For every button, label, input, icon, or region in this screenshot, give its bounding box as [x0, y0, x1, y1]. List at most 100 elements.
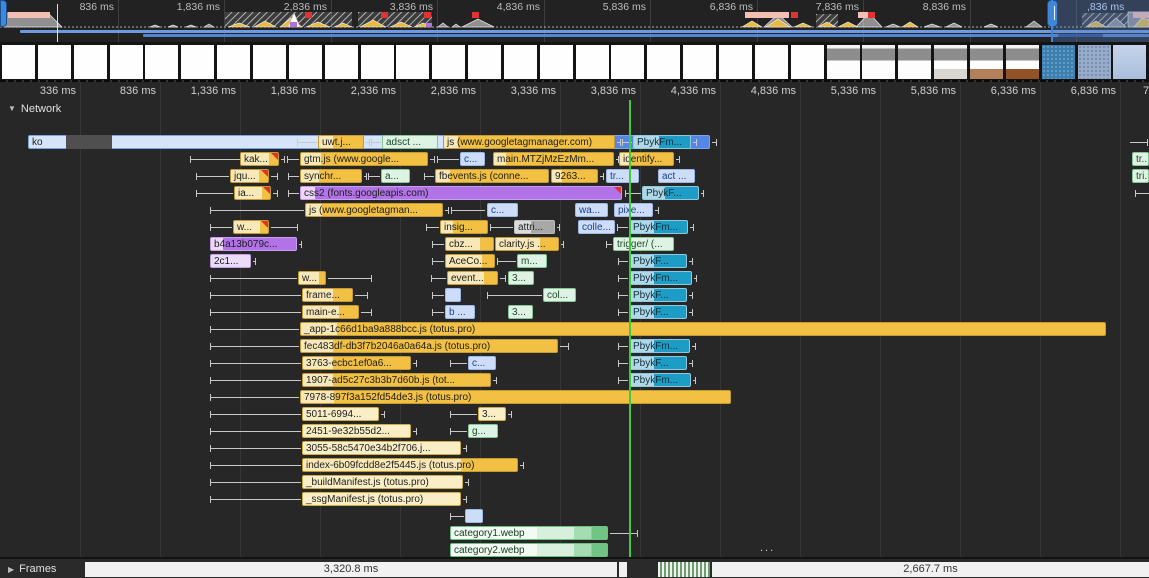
network-section-toggle[interactable]: ▼Network: [8, 103, 61, 115]
dropped-frames-bar[interactable]: [658, 562, 710, 577]
network-request-bar[interactable]: tri...: [1132, 169, 1149, 183]
network-request-bar[interactable]: trigger/ (...: [613, 237, 674, 251]
filmstrip-frame[interactable]: [862, 45, 895, 79]
network-request-bar[interactable]: uwt.j...: [318, 135, 364, 149]
network-request-bar[interactable]: 7978-897f3a152fd54de3.js (totus.pro): [300, 390, 731, 404]
network-request-bar[interactable]: PbykF...: [629, 305, 687, 319]
network-request-bar[interactable]: col...: [543, 288, 576, 302]
network-request-bar[interactable]: [465, 509, 483, 523]
network-request-bar[interactable]: m...: [517, 254, 547, 268]
filmstrip-frame[interactable]: [1113, 45, 1146, 79]
filmstrip-frame[interactable]: [647, 45, 680, 79]
timeline-overview[interactable]: 836 ms1,836 ms2,836 ms3,836 ms4,836 ms5,…: [0, 0, 1149, 42]
window-left-handle[interactable]: [0, 0, 7, 27]
filmstrip-frame[interactable]: [791, 45, 824, 79]
network-request-bar[interactable]: clarity.js ...: [495, 237, 559, 251]
network-request-bar[interactable]: w...: [233, 220, 269, 234]
network-request-bar[interactable]: 2c1...: [210, 254, 251, 268]
network-request-bar[interactable]: PbykF...: [629, 288, 687, 302]
filmstrip-frame[interactable]: [611, 45, 644, 79]
filmstrip-frame[interactable]: [540, 45, 573, 79]
network-request-bar[interactable]: PbykFm...: [629, 271, 692, 285]
network-request-bar[interactable]: b4a13b079c...: [210, 237, 297, 251]
network-request-bar[interactable]: 1907-ad5c27c3b3b7d60b.js (tot...: [302, 373, 491, 387]
network-request-bar[interactable]: category1.webp: [450, 526, 608, 540]
network-request-bar[interactable]: c...: [460, 152, 485, 166]
network-request-bar[interactable]: cbz...: [445, 237, 494, 251]
filmstrip-frame[interactable]: [827, 45, 860, 79]
network-request-bar[interactable]: g...: [468, 424, 498, 438]
network-more-button[interactable]: ...: [760, 542, 775, 554]
network-request-bar[interactable]: 3763-ecbc1ef0a6...: [302, 356, 411, 370]
filmstrip-frame[interactable]: [755, 45, 788, 79]
network-request-bar[interactable]: PbykF...: [629, 254, 687, 268]
network-request-bar[interactable]: event...: [447, 271, 498, 285]
filmstrip-frame[interactable]: [145, 45, 178, 79]
filmstrip-frame[interactable]: [289, 45, 322, 79]
network-request-bar[interactable]: c...: [487, 203, 518, 217]
network-request-bar[interactable]: tr...: [606, 169, 639, 183]
network-request-bar[interactable]: [445, 288, 461, 302]
network-request-bar[interactable]: _app-1c66d1ba9a888bcc.js (totus.pro): [300, 322, 1106, 336]
network-request-bar[interactable]: 3...: [478, 407, 506, 421]
filmstrip-frame[interactable]: [396, 45, 429, 79]
filmstrip-frame[interactable]: [970, 45, 1003, 79]
network-request-bar[interactable]: 3055-58c5470e34b2f706.j...: [302, 441, 461, 455]
network-request-bar[interactable]: PbykFm...: [629, 220, 688, 234]
network-request-bar[interactable]: 3...: [508, 271, 534, 285]
network-request-bar[interactable]: attri...: [514, 220, 555, 234]
network-request-bar[interactable]: synchr...: [300, 169, 362, 183]
network-request-bar[interactable]: wa...: [575, 203, 608, 217]
network-request-bar[interactable]: ia...: [234, 186, 271, 200]
frame-duration-bar[interactable]: [619, 562, 627, 577]
filmstrip-frame[interactable]: [253, 45, 286, 79]
filmstrip-frame[interactable]: [38, 45, 71, 79]
network-request-bar[interactable]: insig...: [440, 220, 488, 234]
filmstrip-frame[interactable]: [576, 45, 609, 79]
frame-duration-bar[interactable]: 2,667.7 ms: [712, 562, 1149, 577]
filmstrip-frame[interactable]: [217, 45, 250, 79]
network-request-bar[interactable]: identify...: [619, 152, 674, 166]
filmstrip-frame[interactable]: [504, 45, 537, 79]
network-request-bar[interactable]: PbykF...: [642, 186, 699, 200]
timeline-main-view[interactable]: 336 ms836 ms1,336 ms1,836 ms2,336 ms2,83…: [0, 82, 1149, 557]
filmstrip-frame[interactable]: [898, 45, 931, 79]
network-request-bar[interactable]: js (www.googletagman...: [305, 203, 443, 217]
filmstrip-frame[interactable]: [683, 45, 716, 79]
network-request-bar[interactable]: frame...: [302, 288, 353, 302]
network-request-bar[interactable]: b ...: [445, 305, 475, 319]
filmstrip-frame[interactable]: [934, 45, 967, 79]
network-request-bar[interactable]: tr...: [1132, 152, 1149, 166]
network-request-bar[interactable]: jqu...: [230, 169, 269, 183]
filmstrip-frame[interactable]: [432, 45, 465, 79]
filmstrip-frame[interactable]: [74, 45, 107, 79]
network-request-bar[interactable]: kak...: [240, 152, 279, 166]
filmstrip-frame[interactable]: [110, 45, 143, 79]
network-request-bar[interactable]: adsct ...: [382, 135, 438, 149]
network-request-bar[interactable]: w...: [298, 271, 326, 285]
filmstrip-frame[interactable]: [719, 45, 752, 79]
filmstrip-frame[interactable]: [468, 45, 501, 79]
network-request-bar[interactable]: index-6b09fcdd8e2f5445.js (totus.pro): [302, 458, 518, 472]
filmstrip-frame[interactable]: [1042, 45, 1075, 79]
filmstrip-frame[interactable]: [2, 45, 35, 79]
network-request-bar[interactable]: fec483df-db3f7b2046a0a64a.js (totus.pro): [300, 339, 558, 353]
filmstrip[interactable]: [0, 42, 1149, 82]
network-request-bar[interactable]: category2.webp: [450, 543, 608, 557]
network-request-bar[interactable]: gtm.js (www.google...: [300, 152, 428, 166]
network-request-bar[interactable]: fbevents.js (conne...: [435, 169, 549, 183]
network-request-bar[interactable]: colle...: [578, 220, 615, 234]
network-request-bar[interactable]: 2451-9e32b55d2...: [302, 424, 411, 438]
network-request-bar[interactable]: PbykF...: [629, 356, 687, 370]
network-request-bar[interactable]: a...: [381, 169, 410, 183]
network-request-bar[interactable]: AceCo...: [445, 254, 495, 268]
network-request-bar[interactable]: _buildManifest.js (totus.pro): [302, 475, 463, 489]
filmstrip-frame[interactable]: [1006, 45, 1039, 79]
network-request-bar[interactable]: css2 (fonts.googleapis.com): [300, 186, 622, 200]
filmstrip-frame[interactable]: [181, 45, 214, 79]
network-request-bar[interactable]: PbykFm...: [629, 373, 691, 387]
network-request-bar[interactable]: _ssgManifest.js (totus.pro): [302, 492, 461, 506]
frame-duration-bar[interactable]: 3,320.8 ms: [85, 562, 617, 577]
filmstrip-frame[interactable]: [361, 45, 394, 79]
network-request-bar[interactable]: act ...: [658, 169, 695, 183]
